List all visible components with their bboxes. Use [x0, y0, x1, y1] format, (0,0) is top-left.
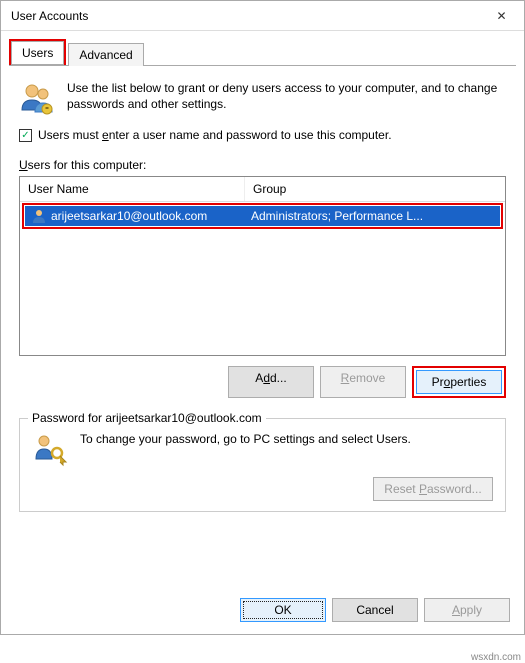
tab-advanced[interactable]: Advanced	[68, 43, 143, 66]
must-enter-credentials-checkbox[interactable]: ✓ Users must enter a user name and passw…	[19, 128, 506, 142]
close-icon: ✕	[496, 9, 506, 23]
remove-button: Remove	[320, 366, 406, 398]
tab-users[interactable]: Users	[11, 41, 64, 65]
add-button[interactable]: Add...	[228, 366, 314, 398]
key-icon	[32, 431, 68, 467]
window-title: User Accounts	[11, 9, 88, 23]
checkbox-icon: ✓	[19, 129, 32, 142]
intro-row: Use the list below to grant or deny user…	[19, 80, 506, 116]
password-text: To change your password, go to PC settin…	[80, 431, 411, 447]
col-username[interactable]: User Name	[20, 177, 245, 201]
tab-content: Use the list below to grant or deny user…	[1, 66, 524, 588]
ok-button[interactable]: OK	[240, 598, 326, 622]
tab-strip: Users Advanced	[1, 31, 524, 66]
tab-advanced-label: Advanced	[79, 48, 132, 62]
users-list-label: Users for this computer:	[19, 158, 506, 172]
apply-button: Apply	[424, 598, 510, 622]
properties-button[interactable]: Properties	[416, 370, 502, 394]
tab-users-label: Users	[22, 46, 53, 60]
user-icon	[31, 208, 47, 224]
listview-header: User Name Group	[20, 177, 505, 202]
reset-password-button: Reset Password...	[373, 477, 493, 501]
cancel-button[interactable]: Cancel	[332, 598, 418, 622]
user-accounts-dialog: User Accounts ✕ Users Advanced Use the l…	[0, 0, 525, 635]
close-button[interactable]: ✕	[479, 1, 524, 31]
row-group: Administrators; Performance L...	[245, 207, 500, 225]
row-username: arijeetsarkar10@outlook.com	[51, 209, 207, 223]
col-group[interactable]: Group	[245, 177, 505, 201]
dialog-buttons: OK Cancel Apply	[1, 588, 524, 634]
list-item[interactable]: arijeetsarkar10@outlook.com Administrato…	[25, 206, 500, 226]
list-buttons: Add... Remove Properties	[19, 366, 506, 398]
watermark: wsxdn.com	[471, 652, 521, 663]
intro-text: Use the list below to grant or deny user…	[67, 80, 506, 116]
password-groupbox: Password for arijeetsarkar10@outlook.com…	[19, 418, 506, 512]
checkbox-label: Users must enter a user name and passwor…	[38, 128, 392, 142]
titlebar: User Accounts ✕	[1, 1, 524, 31]
users-listview[interactable]: User Name Group arijeetsarkar10@outlook.…	[19, 176, 506, 356]
users-icon	[19, 80, 55, 116]
password-groupbox-title: Password for arijeetsarkar10@outlook.com	[28, 411, 266, 425]
